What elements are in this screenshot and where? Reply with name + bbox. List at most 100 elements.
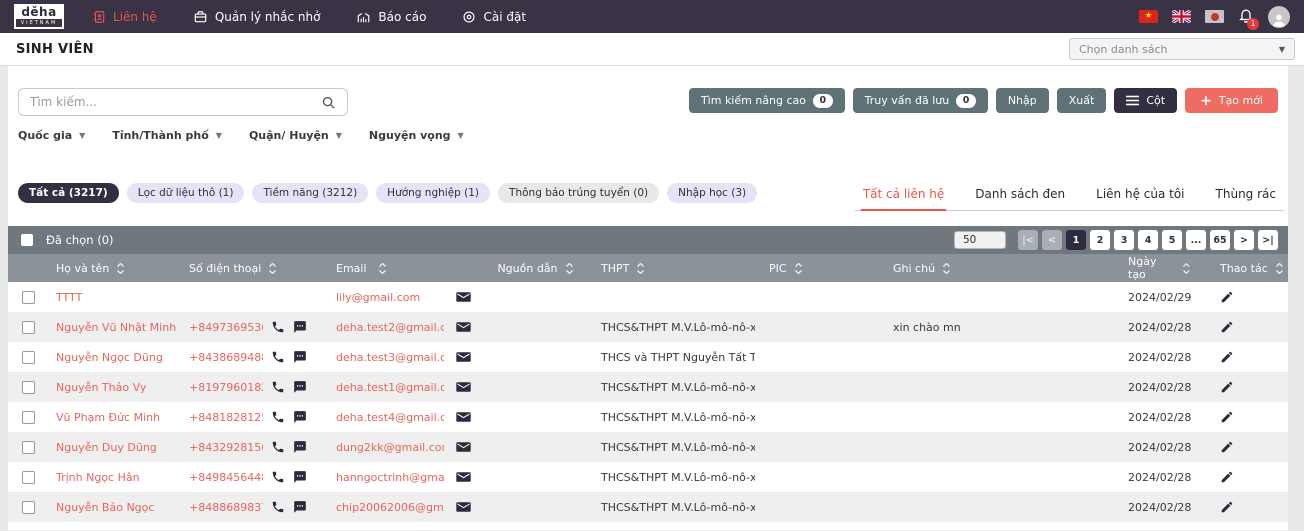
chip-enrollment[interactable]: Nhập học (3) <box>667 183 757 203</box>
column-header-source[interactable]: Nguồn dẫn <box>485 262 585 275</box>
student-name-link[interactable]: Trịnh Ngọc Hân <box>56 471 140 484</box>
envelope-icon[interactable] <box>456 351 471 363</box>
page-size-select[interactable]: 50 <box>954 231 1006 249</box>
edit-icon[interactable] <box>1220 410 1234 424</box>
filter-aspiration[interactable]: Nguyện vọng▼ <box>369 129 464 142</box>
row-checkbox[interactable] <box>22 351 35 364</box>
phone-number[interactable]: +84329281562 <box>189 441 263 454</box>
advanced-search-button[interactable]: Tìm kiếm nâng cao0 <box>689 88 845 113</box>
row-checkbox[interactable] <box>22 291 35 304</box>
column-header-note[interactable]: Ghi chú <box>875 262 1100 275</box>
email-link[interactable]: hanngoctrinh@gmail.co... <box>336 471 444 484</box>
student-name-link[interactable]: Nguyễn Ngọc Dũng <box>56 351 163 364</box>
saved-query-button[interactable]: Truy vấn đã lưu0 <box>853 88 988 113</box>
phone-icon[interactable] <box>271 500 285 514</box>
page-button[interactable]: 2 <box>1090 230 1110 250</box>
phone-icon[interactable] <box>271 320 285 334</box>
phone-number[interactable]: +84973695369 <box>189 321 263 334</box>
notification-bell-icon[interactable]: 1 <box>1238 7 1254 27</box>
tab-my-contacts[interactable]: Liên hệ của tôi <box>1094 182 1186 210</box>
column-header-thpt[interactable]: THPT <box>585 262 755 275</box>
chat-icon[interactable] <box>293 320 307 334</box>
phone-number[interactable]: +84984564484 <box>189 471 263 484</box>
email-link[interactable]: deha.test3@gmail.com <box>336 351 444 364</box>
edit-icon[interactable] <box>1220 350 1234 364</box>
chip-potential[interactable]: Tiềm năng (3212) <box>252 183 368 203</box>
first-page-button[interactable]: |< <box>1018 230 1038 250</box>
export-button[interactable]: Xuất <box>1057 88 1107 113</box>
row-checkbox[interactable] <box>22 411 35 424</box>
envelope-icon[interactable] <box>456 441 471 453</box>
envelope-icon[interactable] <box>456 501 471 513</box>
nav-item-settings[interactable]: Cài đặt <box>462 10 526 24</box>
nav-item-contacts[interactable]: Liên hệ <box>92 10 157 24</box>
student-name-link[interactable]: Nguyễn Vũ Nhật Minh <box>56 321 176 334</box>
list-select-dropdown[interactable]: Chọn danh sách ▼ <box>1069 38 1295 60</box>
phone-icon[interactable] <box>271 410 285 424</box>
phone-number[interactable]: +84818281256 <box>189 411 263 424</box>
create-new-button[interactable]: +Tạo mới <box>1185 88 1278 113</box>
search-icon[interactable] <box>321 95 336 110</box>
student-name-link[interactable]: Vũ Phạm Đức Minh <box>56 411 160 424</box>
tab-all-contacts[interactable]: Tất cả liên hệ <box>861 182 946 211</box>
page-button[interactable]: 1 <box>1066 230 1086 250</box>
filter-country[interactable]: Quốc gia▼ <box>18 129 85 142</box>
phone-number[interactable]: +81979601827 <box>189 381 263 394</box>
edit-icon[interactable] <box>1220 380 1234 394</box>
edit-icon[interactable] <box>1220 440 1234 454</box>
chat-icon[interactable] <box>293 470 307 484</box>
last-page-button[interactable]: >| <box>1258 230 1278 250</box>
deha-logo[interactable]: děha VIETNAM <box>14 4 64 29</box>
column-header-actions[interactable]: Thao tác <box>1190 262 1288 275</box>
uk-flag-icon[interactable] <box>1172 10 1191 23</box>
email-link[interactable]: dung2kk@gmail.com <box>336 441 444 454</box>
phone-icon[interactable] <box>271 380 285 394</box>
prev-page-button[interactable]: < <box>1042 230 1062 250</box>
row-checkbox[interactable] <box>22 441 35 454</box>
envelope-icon[interactable] <box>456 411 471 423</box>
phone-icon[interactable] <box>271 440 285 454</box>
page-button[interactable]: 3 <box>1114 230 1134 250</box>
phone-icon[interactable] <box>271 350 285 364</box>
japan-flag-icon[interactable] <box>1205 10 1224 23</box>
column-header-phone[interactable]: Số điện thoại <box>175 262 310 275</box>
user-avatar[interactable] <box>1268 6 1290 28</box>
edit-icon[interactable] <box>1220 470 1234 484</box>
phone-number[interactable]: +84386894887 <box>189 351 263 364</box>
email-link[interactable]: chip20062006@gmail.c... <box>336 501 444 514</box>
chat-icon[interactable] <box>293 380 307 394</box>
envelope-icon[interactable] <box>456 321 471 333</box>
page-button[interactable]: 65 <box>1210 230 1230 250</box>
envelope-icon[interactable] <box>456 381 471 393</box>
filter-district[interactable]: Quận/ Huyện▼ <box>249 129 342 142</box>
page-ellipsis-button[interactable]: ... <box>1186 230 1206 250</box>
row-checkbox[interactable] <box>22 471 35 484</box>
nav-item-reports[interactable]: Báo cáo <box>356 10 426 24</box>
columns-button[interactable]: Cột <box>1114 88 1177 113</box>
edit-icon[interactable] <box>1220 500 1234 514</box>
chip-all[interactable]: Tất cả (3217) <box>18 183 119 203</box>
student-name-link[interactable]: Nguyễn Bảo Ngọc <box>56 501 154 514</box>
chat-icon[interactable] <box>293 410 307 424</box>
row-checkbox[interactable] <box>22 321 35 334</box>
chip-admission-notice[interactable]: Thông báo trúng tuyển (0) <box>498 183 659 203</box>
student-name-link[interactable]: TTTT <box>56 291 82 304</box>
chat-icon[interactable] <box>293 350 307 364</box>
student-name-link[interactable]: Nguyễn Thảo Vy <box>56 381 146 394</box>
email-link[interactable]: deha.test2@gmail.com <box>336 321 444 334</box>
chat-icon[interactable] <box>293 440 307 454</box>
tab-trash[interactable]: Thùng rác <box>1214 182 1278 210</box>
column-header-created[interactable]: Ngày tạo <box>1100 255 1190 281</box>
chat-icon[interactable] <box>293 500 307 514</box>
nav-item-reminders[interactable]: Quản lý nhắc nhở <box>193 10 321 24</box>
filter-province[interactable]: Tỉnh/Thành phố▼ <box>112 129 222 142</box>
student-name-link[interactable]: Nguyễn Duy Dũng <box>56 441 157 454</box>
chip-career[interactable]: Hướng nghiệp (1) <box>376 183 490 203</box>
email-link[interactable]: lily@gmail.com <box>336 291 444 304</box>
page-button[interactable]: 5 <box>1162 230 1182 250</box>
chip-raw-data[interactable]: Lọc dữ liệu thô (1) <box>127 183 245 203</box>
tab-blacklist[interactable]: Danh sách đen <box>973 182 1067 210</box>
edit-icon[interactable] <box>1220 290 1234 304</box>
email-link[interactable]: deha.test4@gmail.com <box>336 411 444 424</box>
phone-number[interactable]: +84886898371 <box>189 501 263 514</box>
